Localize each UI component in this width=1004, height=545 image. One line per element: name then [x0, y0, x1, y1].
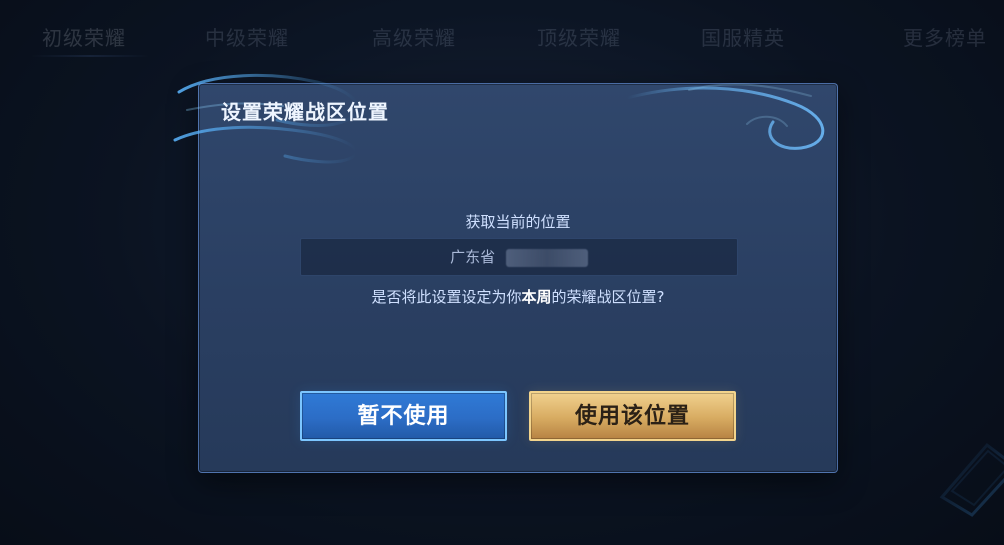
dialog-title: 设置荣耀战区位置 — [221, 100, 389, 124]
question-prefix: 是否将此设置设定为你 — [371, 288, 522, 306]
location-text: 广东省 — [450, 248, 496, 266]
current-location-label: 获取当前的位置 — [465, 213, 571, 231]
question-emphasis: 本周 — [521, 288, 552, 306]
dialog-content: 设置荣耀战区位置 获取当前的位置 广东省 是否将此设置设定为你本周的荣耀战区位置… — [199, 84, 837, 472]
confirm-question: 是否将此设置设定为你本周的荣耀战区位置? — [199, 286, 837, 307]
question-suffix: 的荣耀战区位置? — [551, 288, 665, 306]
current-location-field: 广东省 — [300, 238, 738, 276]
not-now-button[interactable]: 暂不使用 — [300, 391, 507, 441]
location-dialog: 设置荣耀战区位置 获取当前的位置 广东省 是否将此设置设定为你本周的荣耀战区位置… — [173, 73, 838, 473]
redacted-location-mask — [505, 248, 588, 267]
use-location-button[interactable]: 使用该位置 — [529, 391, 736, 441]
